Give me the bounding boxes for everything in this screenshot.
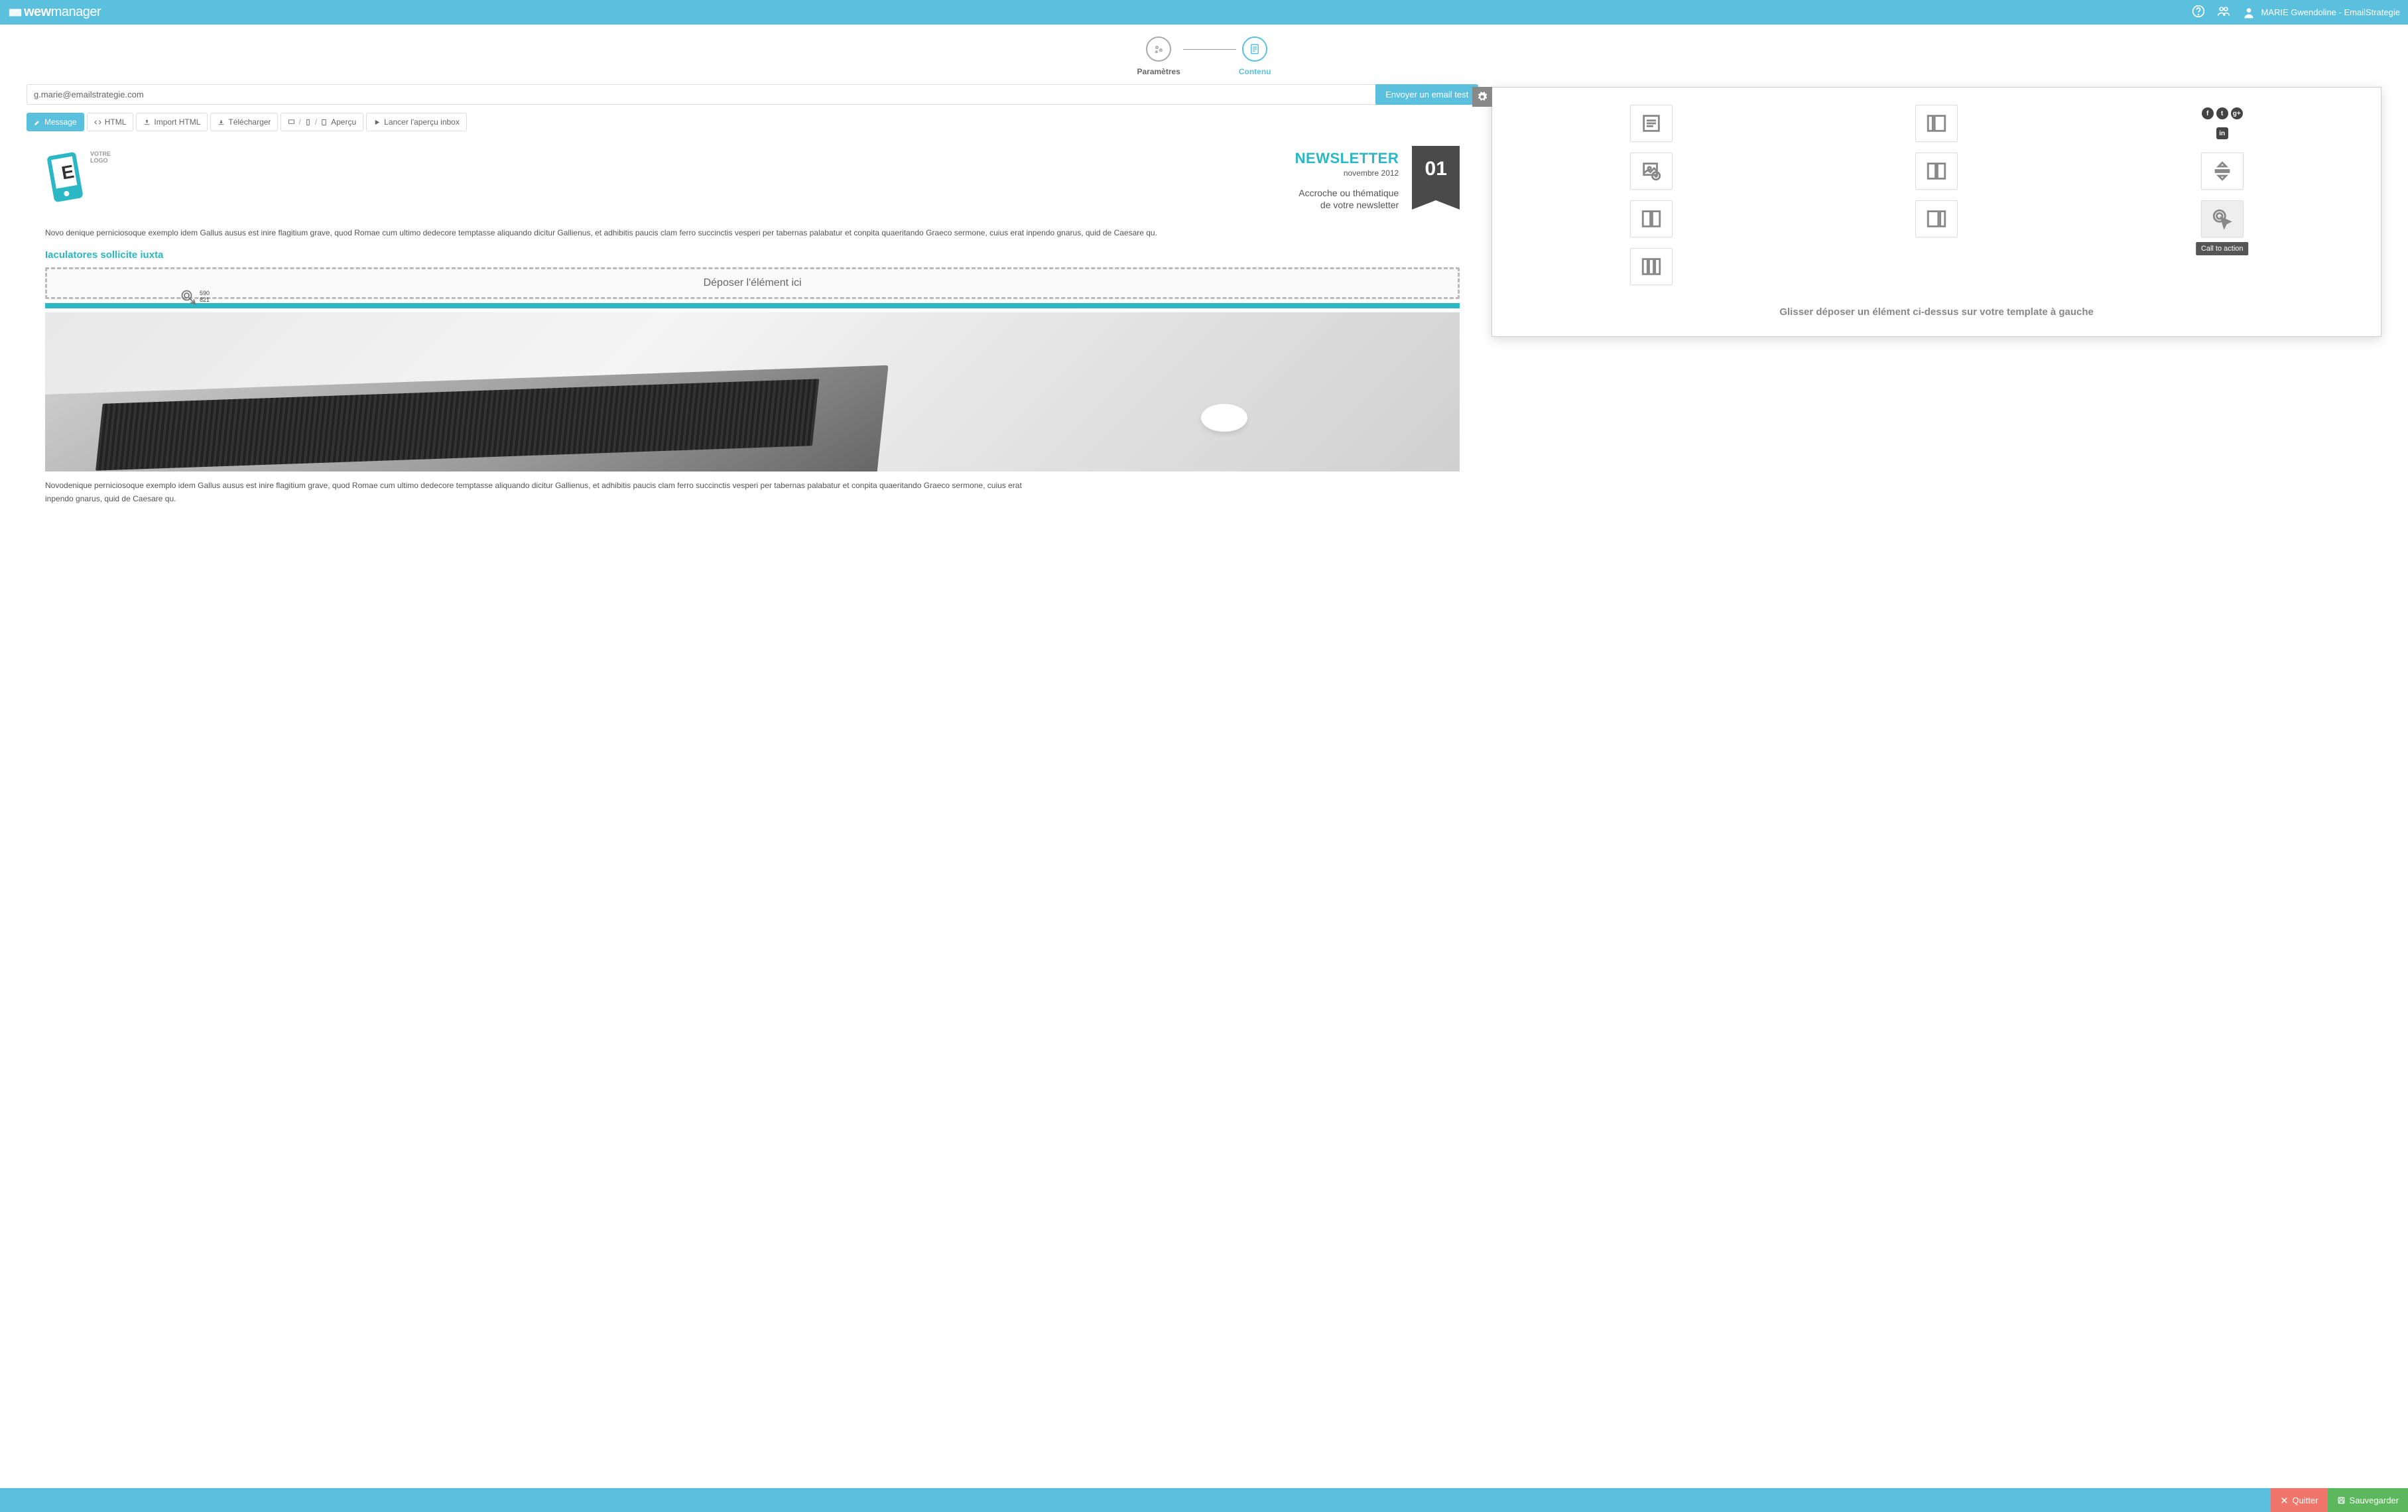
newsletter-tagline[interactable]: Accroche ou thématique de votre newslett… [101,187,1399,211]
image-icon [1640,160,1663,182]
save-icon [2337,1496,2346,1505]
download-icon [218,119,225,126]
app-logo: wewmanager [8,5,101,20]
quit-button[interactable]: Quitter [2271,1488,2328,1512]
two-columns-icon [1925,160,1948,182]
tab-launch-inbox[interactable]: Lancer l'aperçu inbox [366,113,467,131]
newsletter-paragraph-1[interactable]: Novo denique perniciosoque exemplo idem … [45,227,1460,239]
twitter-icon: t [2216,107,2228,119]
text-block-icon [1640,112,1663,135]
tab-download[interactable]: Télécharger [210,113,278,131]
upload-icon [143,119,151,126]
widget-two-equal[interactable] [1630,200,1673,237]
tab-preview[interactable]: / / Aperçu [281,113,363,131]
tab-message[interactable]: Message [27,113,84,131]
help-icon[interactable] [2192,5,2205,20]
gear-icon [1477,92,1488,102]
newsletter-logo-placeholder[interactable]: E VOTRE LOGO [45,146,88,208]
user-menu[interactable]: MARIE Gwendoline - EmailStrategie [2242,6,2400,19]
wizard-steps: Paramètres Contenu [0,36,2408,76]
newsletter-subheading[interactable]: Iaculatores sollicite iuxta [45,249,1460,261]
save-button[interactable]: Sauvegarder [2328,1488,2408,1512]
googleplus-icon: g+ [2231,107,2243,119]
tooltip: Call to action [2196,242,2249,255]
three-columns-icon [1640,255,1663,278]
divider-bar [45,303,1460,308]
widget-three-columns[interactable] [1630,248,1673,285]
two-equal-icon [1640,208,1663,230]
column-right-icon [1925,208,1948,230]
spacer-icon [2211,160,2234,182]
send-test-button[interactable]: Envoyer un email test [1375,84,1478,105]
column-left-icon [1925,112,1948,135]
widget-column-narrow-wide[interactable] [1915,105,1958,142]
newsletter-date[interactable]: novembre 2012 [101,168,1399,178]
tab-html[interactable]: HTML [87,113,134,131]
widget-spacer[interactable] [2201,153,2244,190]
facebook-icon: f [2202,107,2214,119]
cta-cursor-icon [2211,208,2234,230]
users-icon[interactable] [2217,5,2230,20]
email-test-bar: Envoyer un email test [27,84,1478,105]
widget-social[interactable]: f t g+ in [2201,105,2244,142]
drop-zone[interactable]: Déposer l'élément ici 590 821 [45,267,1460,299]
widget-hint: Glisser déposer un élément ci-dessus sur… [1492,297,2381,336]
test-email-input[interactable] [27,84,1375,105]
document-icon [1249,43,1261,55]
widget-panel: f t g+ in [1491,87,2381,337]
newsletter-paragraph-2[interactable]: Novodenique perniciosoque exemplo idem G… [45,479,1460,505]
step-parametres[interactable]: Paramètres [1137,36,1180,76]
edit-icon [34,119,41,126]
widget-column-wide-narrow[interactable] [1915,200,1958,237]
gear-icon [1152,42,1165,56]
tab-import-html[interactable]: Import HTML [136,113,208,131]
widget-text[interactable] [1630,105,1673,142]
code-icon [94,119,101,126]
mobile-icon [304,119,312,126]
newsletter-preview: E VOTRE LOGO NEWSLETTER novembre 2012 Ac… [27,141,1478,519]
play-icon [373,119,381,126]
widget-call-to-action[interactable]: Call to action [2201,200,2244,237]
linkedin-icon: in [2216,127,2228,139]
widget-two-columns[interactable] [1915,153,1958,190]
topbar: wewmanager MARIE Gwendoline - EmailStrat… [0,0,2408,25]
user-label: MARIE Gwendoline - EmailStrategie [2261,7,2400,17]
newsletter-image[interactable] [45,312,1460,472]
desktop-icon [288,119,295,126]
footer-bar: Quitter Sauvegarder [0,1488,2408,1512]
step-contenu[interactable]: Contenu [1239,36,1271,76]
newsletter-issue-ribbon[interactable]: 01 [1412,146,1460,200]
widget-image[interactable] [1630,153,1673,190]
close-icon [2280,1496,2289,1505]
tablet-icon [320,119,328,126]
drag-cursor-icon: 590 821 [180,288,198,310]
widget-settings-tab[interactable] [1472,87,1492,107]
editor-tabs: Message HTML Import HTML Télécharger / /… [27,113,1478,131]
newsletter-title[interactable]: NEWSLETTER [101,150,1399,167]
